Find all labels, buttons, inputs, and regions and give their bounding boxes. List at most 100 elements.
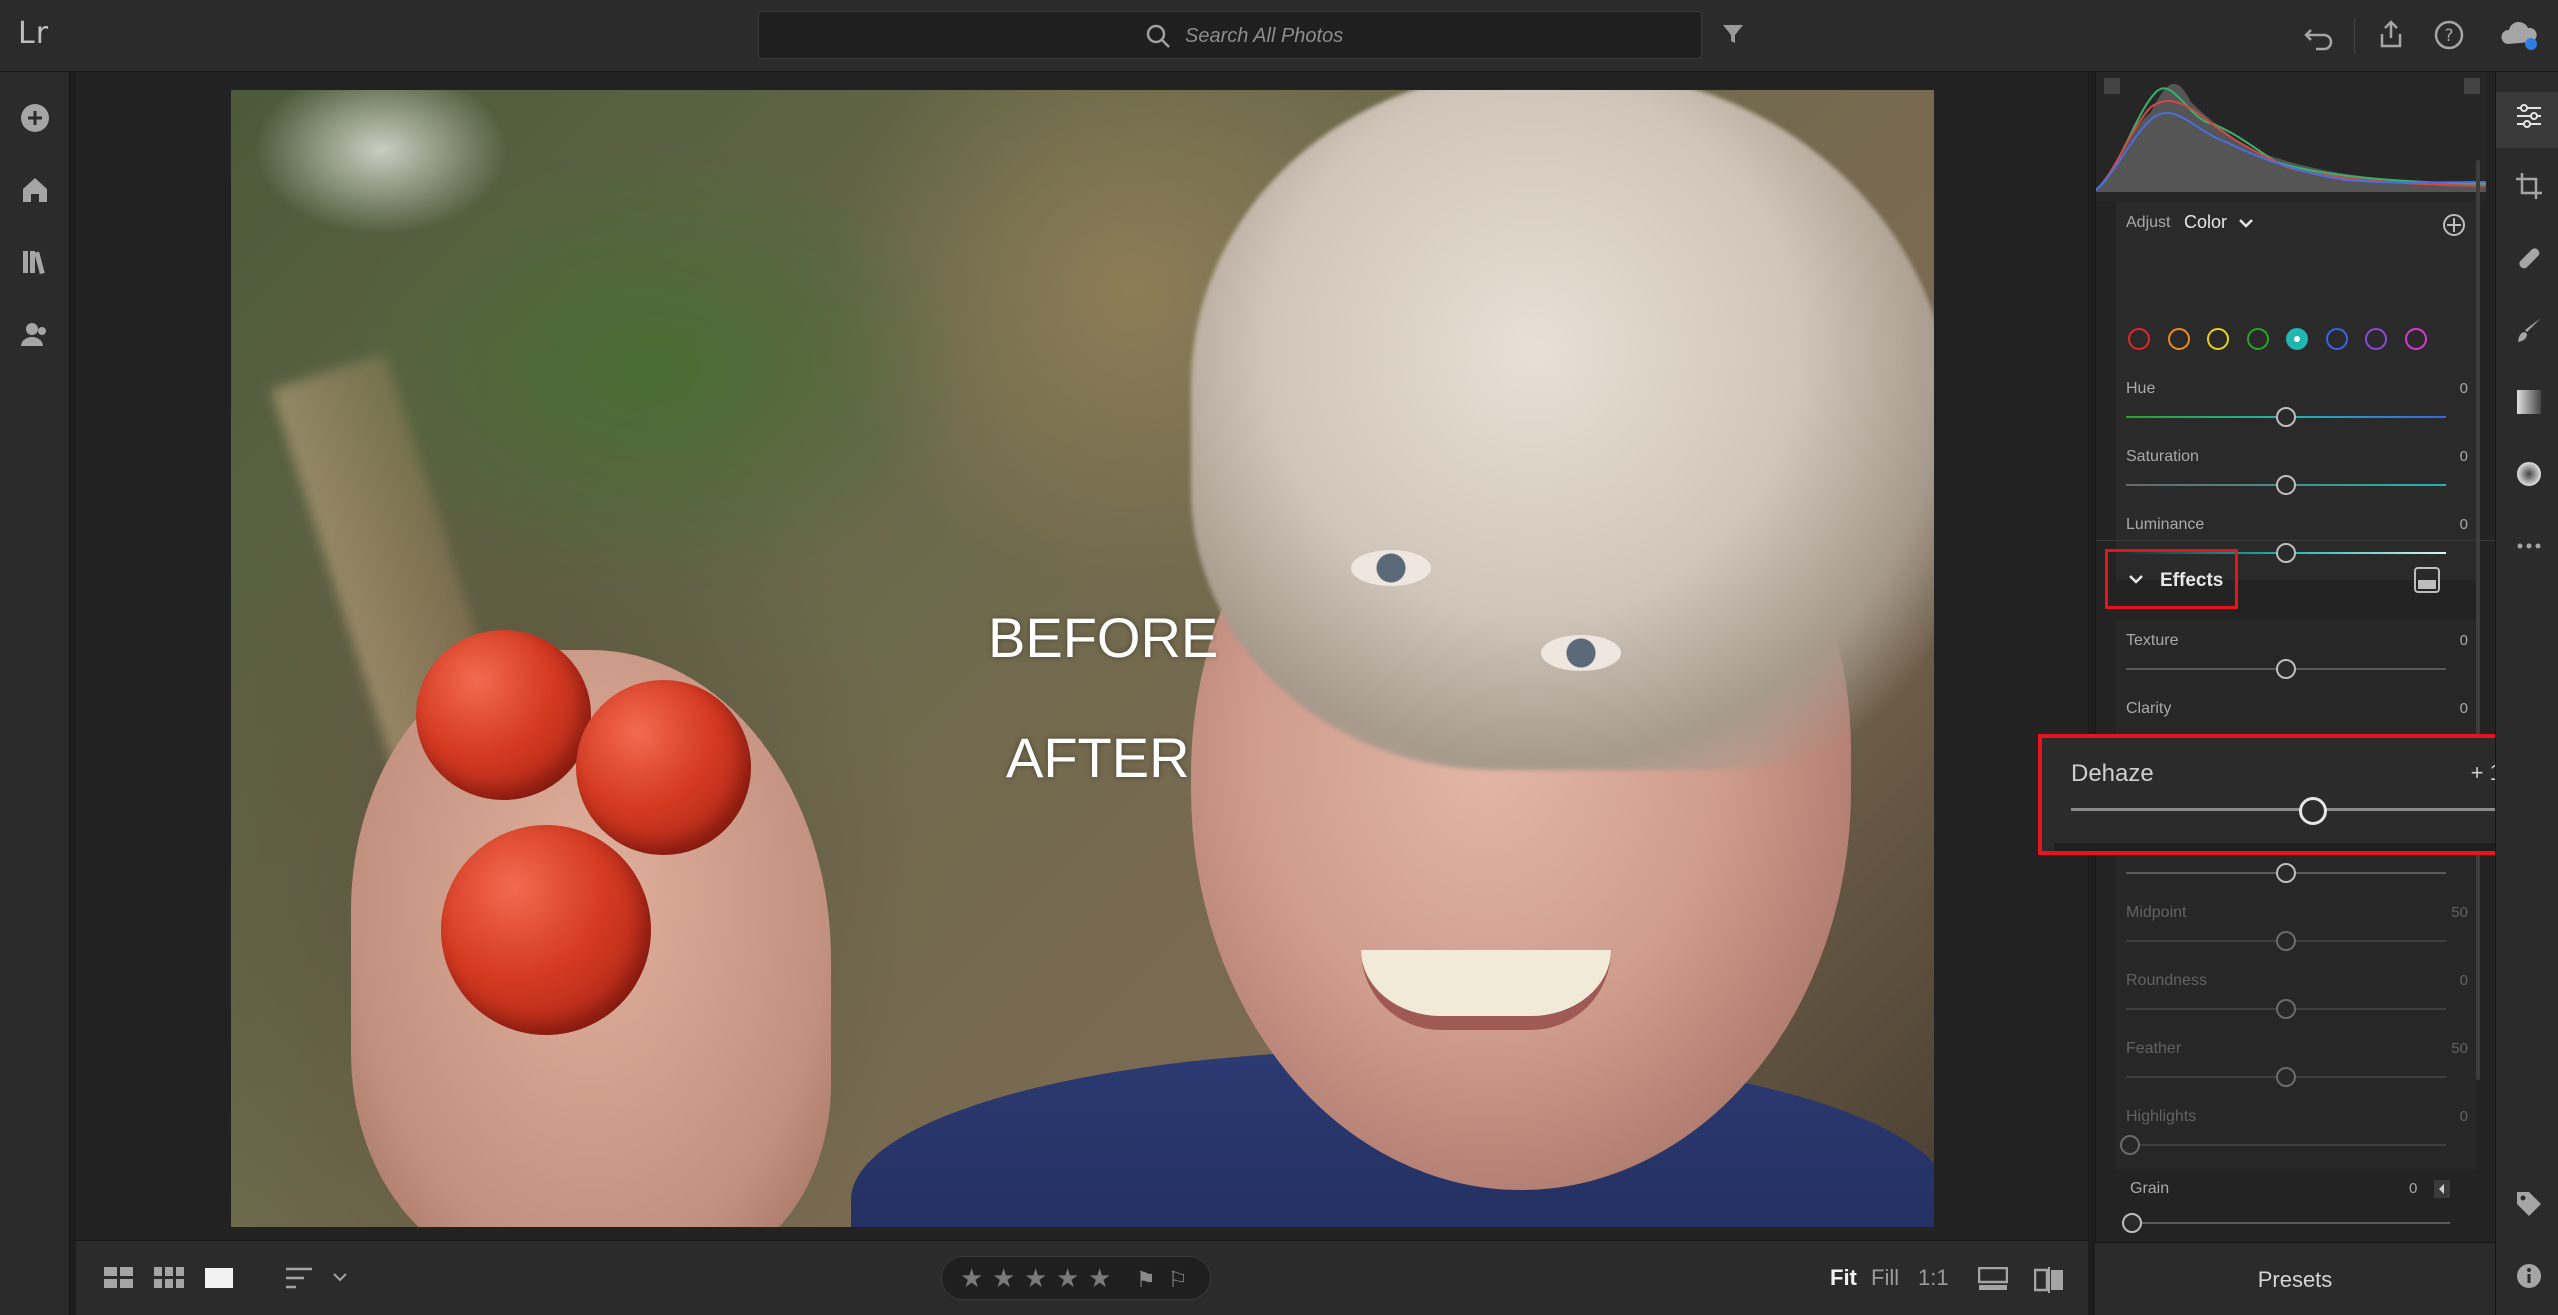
grain-label: Grain <box>2130 1180 2170 1197</box>
texture-label: Texture <box>2126 632 2179 649</box>
panel-scrollbar[interactable] <box>2476 160 2480 1080</box>
help-icon[interactable]: ? <box>2432 18 2466 52</box>
reject-flag-icon[interactable]: ⚐ <box>1168 1267 1188 1293</box>
star-icon[interactable]: ★ <box>1024 1263 1047 1294</box>
highlights-slider-track[interactable] <box>2126 1144 2446 1146</box>
left-rail <box>0 72 70 1315</box>
brush-icon[interactable] <box>2515 316 2543 344</box>
radial-gradient-icon[interactable] <box>2515 460 2543 488</box>
add-photos-icon[interactable] <box>19 102 51 134</box>
chevron-down-icon[interactable] <box>2238 218 2254 230</box>
feather-slider-handle[interactable] <box>2276 1067 2296 1087</box>
people-icon[interactable] <box>19 318 51 350</box>
saturation-label: Saturation <box>2126 448 2199 465</box>
right-tool-rail <box>2495 72 2558 1315</box>
highlights-label: Highlights <box>2126 1108 2197 1125</box>
luminance-label: Luminance <box>2126 516 2205 533</box>
callout-shadow <box>2054 843 2520 851</box>
chevron-down-icon[interactable] <box>332 1271 348 1283</box>
pick-flag-icon[interactable]: ⚑ <box>1136 1267 1156 1293</box>
star-icon[interactable]: ★ <box>1088 1263 1111 1294</box>
star-icon[interactable]: ★ <box>1056 1263 1079 1294</box>
color-swatch[interactable] <box>2207 328 2229 350</box>
color-swatch[interactable] <box>2286 328 2308 350</box>
dehaze-slider-callout: Dehaze + 12 <box>2038 734 2536 855</box>
info-icon[interactable] <box>2515 1262 2543 1290</box>
effects-title: Effects <box>2160 570 2224 591</box>
saturation-slider-handle[interactable] <box>2276 475 2296 495</box>
dehaze-slider-track[interactable] <box>2071 808 2503 811</box>
color-swatch[interactable] <box>2404 328 2427 350</box>
roundness-value: 0 <box>2459 972 2468 989</box>
luminance-slider-handle[interactable] <box>2276 543 2296 563</box>
more-options-icon[interactable] <box>2515 532 2543 560</box>
photo-preview[interactable]: BEFORE AFTER <box>231 90 1934 1227</box>
search-input[interactable]: Search All Photos <box>758 11 1702 59</box>
star-icon[interactable]: ★ <box>992 1263 1015 1294</box>
one-to-one-button[interactable]: 1:1 <box>1918 1265 1949 1291</box>
photo-grid-icon[interactable] <box>154 1267 184 1289</box>
detail-view-icon[interactable] <box>204 1267 234 1289</box>
grain-slider-track[interactable] <box>2130 1222 2450 1224</box>
top-bar: Lr Search All Photos ? <box>0 0 2558 72</box>
color-swatch[interactable] <box>2325 328 2348 350</box>
midpoint-slider-handle[interactable] <box>2276 931 2296 951</box>
midpoint-label: Midpoint <box>2126 904 2187 921</box>
fit-button[interactable]: Fit <box>1830 1265 1857 1291</box>
before-label: BEFORE <box>988 606 1219 669</box>
highlights-value: 0 <box>2459 1108 2468 1125</box>
share-icon[interactable] <box>2374 18 2408 52</box>
highlights-slider-handle[interactable] <box>2120 1135 2140 1155</box>
crop-icon[interactable] <box>2515 172 2543 200</box>
adjust-mode-select[interactable]: Color <box>2184 212 2227 233</box>
effects-panel: Texture 0 Clarity 0 Midpoint 50 Roundnes… <box>2116 620 2476 1242</box>
photo-eye-right <box>1541 635 1621 671</box>
effects-section-header[interactable]: Effects <box>2105 549 2238 609</box>
luminance-value: 0 <box>2459 516 2468 533</box>
healing-brush-icon[interactable] <box>2515 244 2543 272</box>
photo-tomato <box>441 825 651 1035</box>
library-icon[interactable] <box>19 246 51 278</box>
compare-icon[interactable] <box>2034 1267 2064 1293</box>
before-after-toggle-icon[interactable] <box>1978 1267 2008 1291</box>
roundness-slider-handle[interactable] <box>2276 999 2296 1019</box>
hue-slider-handle[interactable] <box>2276 407 2296 427</box>
midpoint-value: 50 <box>2451 904 2468 921</box>
sort-icon[interactable] <box>286 1267 316 1289</box>
histogram <box>2096 72 2486 202</box>
texture-slider-handle[interactable] <box>2276 659 2296 679</box>
panel-divider <box>2096 540 2496 541</box>
histogram-graph <box>2096 83 2486 192</box>
edit-sliders-icon[interactable] <box>2515 102 2543 130</box>
hue-value: 0 <box>2459 380 2468 397</box>
clarity-label: Clarity <box>2126 700 2172 717</box>
after-label: AFTER <box>1006 726 1190 789</box>
home-icon[interactable] <box>19 174 51 206</box>
dehaze-slider-handle[interactable] <box>2298 797 2327 825</box>
fill-button[interactable]: Fill <box>1871 1265 1899 1291</box>
undo-icon[interactable] <box>2302 18 2336 52</box>
keyword-tag-icon[interactable] <box>2515 1190 2543 1218</box>
vignette-slider-handle[interactable] <box>2276 863 2296 883</box>
grain-expand-icon[interactable] <box>2434 1180 2450 1198</box>
square-grid-icon[interactable] <box>104 1267 134 1289</box>
cloud-sync-icon[interactable] <box>2500 18 2540 52</box>
linear-gradient-icon[interactable] <box>2515 388 2543 416</box>
effects-panel-icon[interactable] <box>2413 566 2441 594</box>
color-swatch[interactable] <box>2365 328 2387 350</box>
dehaze-label: Dehaze <box>2071 760 2154 787</box>
star-icon[interactable]: ★ <box>960 1263 983 1294</box>
search-icon <box>1146 24 1170 48</box>
rating-flag-bar: ★ ★ ★ ★ ★ ⚑ ⚐ <box>941 1256 1211 1300</box>
color-swatch[interactable] <box>2167 328 2190 350</box>
presets-button[interactable]: Presets <box>2095 1267 2495 1293</box>
filter-icon[interactable] <box>1721 22 1745 46</box>
clarity-value: 0 <box>2459 700 2468 717</box>
grain-slider-handle[interactable] <box>2122 1213 2142 1233</box>
target-adjust-icon[interactable] <box>2441 212 2467 238</box>
presets-bar[interactable]: Presets <box>2095 1242 2495 1315</box>
color-swatch[interactable] <box>2128 328 2150 350</box>
color-swatch[interactable] <box>2246 328 2269 350</box>
edit-panel: Adjust Color Hue 0 Saturation 0 Luminanc… <box>2095 72 2496 1242</box>
grain-value: 0 <box>2409 1180 2418 1197</box>
